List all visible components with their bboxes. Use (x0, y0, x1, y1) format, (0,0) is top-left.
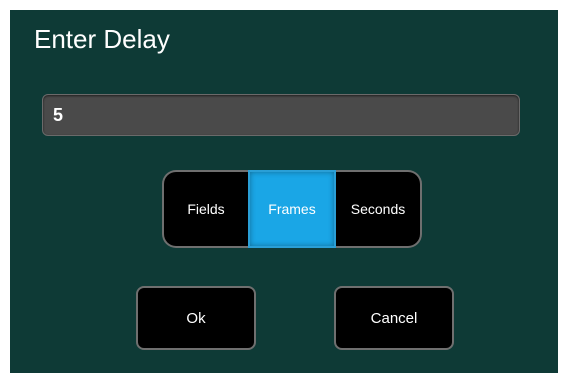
unit-seconds-button[interactable]: Seconds (336, 170, 422, 248)
unit-frames-button[interactable]: Frames (248, 170, 336, 248)
delay-value-text: 5 (53, 105, 64, 125)
delay-value-input[interactable]: 5 (42, 94, 520, 136)
enter-delay-dialog: Enter Delay 5 Fields Frames Seconds Ok C… (10, 10, 558, 373)
unit-selector: Fields Frames Seconds (162, 170, 430, 248)
dialog-title: Enter Delay (34, 24, 170, 54)
ok-button[interactable]: Ok (136, 286, 256, 350)
cancel-button[interactable]: Cancel (334, 286, 454, 350)
unit-fields-button[interactable]: Fields (162, 170, 248, 248)
